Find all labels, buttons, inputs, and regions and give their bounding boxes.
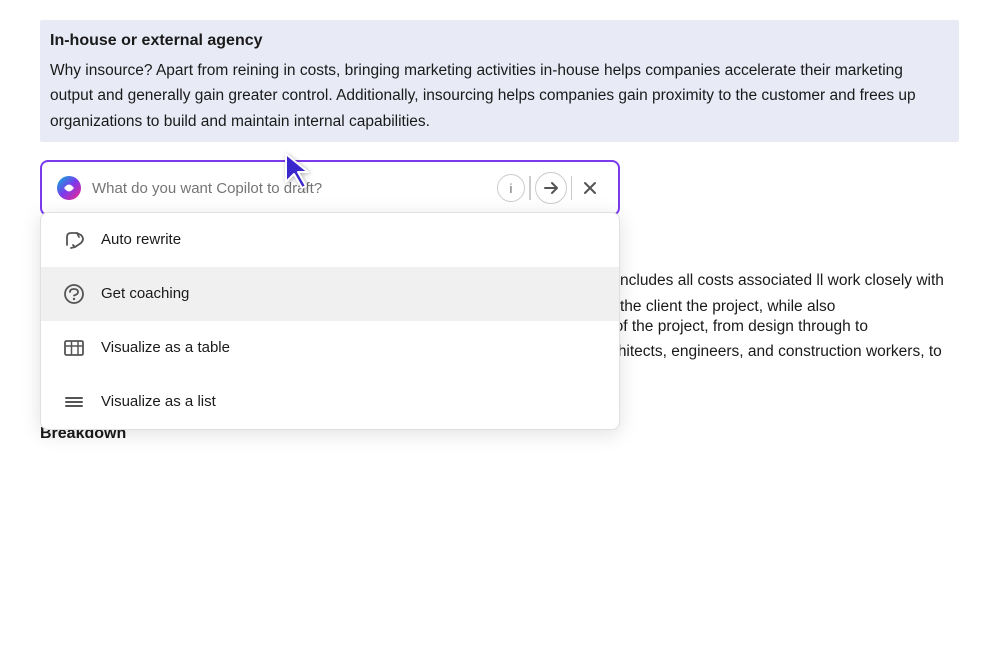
auto-rewrite-label: Auto rewrite <box>101 228 181 252</box>
dropdown-item-get-coaching[interactable]: Get coaching <box>41 267 619 321</box>
send-button[interactable] <box>535 172 567 204</box>
list-icon <box>61 389 87 415</box>
table-icon <box>61 335 87 361</box>
send-icon <box>543 180 559 196</box>
copilot-input-bar[interactable]: i <box>40 160 620 216</box>
dropdown-item-visualize-table[interactable]: Visualize as a table <box>41 321 619 375</box>
close-icon <box>583 181 597 195</box>
copilot-dropdown: Auto rewrite Get coaching <box>40 212 620 430</box>
background-text-partial: ncludes all costs associated ll work clo… <box>620 268 969 319</box>
dropdown-item-auto-rewrite[interactable]: Auto rewrite <box>41 213 619 267</box>
coaching-icon <box>61 281 87 307</box>
section1-paragraph: Why insource? Apart from reining in cost… <box>50 58 949 135</box>
visualize-list-label: Visualize as a list <box>101 390 216 414</box>
close-button[interactable] <box>576 174 604 202</box>
input-divider <box>529 176 531 200</box>
section1-heading: In-house or external agency <box>50 28 949 54</box>
coaching-label: Get coaching <box>101 282 189 306</box>
visualize-table-label: Visualize as a table <box>101 336 230 360</box>
dropdown-item-visualize-list[interactable]: Visualize as a list <box>41 375 619 429</box>
highlighted-section: In-house or external agency Why insource… <box>40 20 959 142</box>
info-icon: i <box>510 181 513 196</box>
input-divider2 <box>571 176 573 200</box>
auto-rewrite-icon <box>61 227 87 253</box>
copilot-text-input[interactable] <box>92 180 497 197</box>
info-icon-button[interactable]: i <box>497 174 525 202</box>
copilot-logo <box>56 175 82 201</box>
